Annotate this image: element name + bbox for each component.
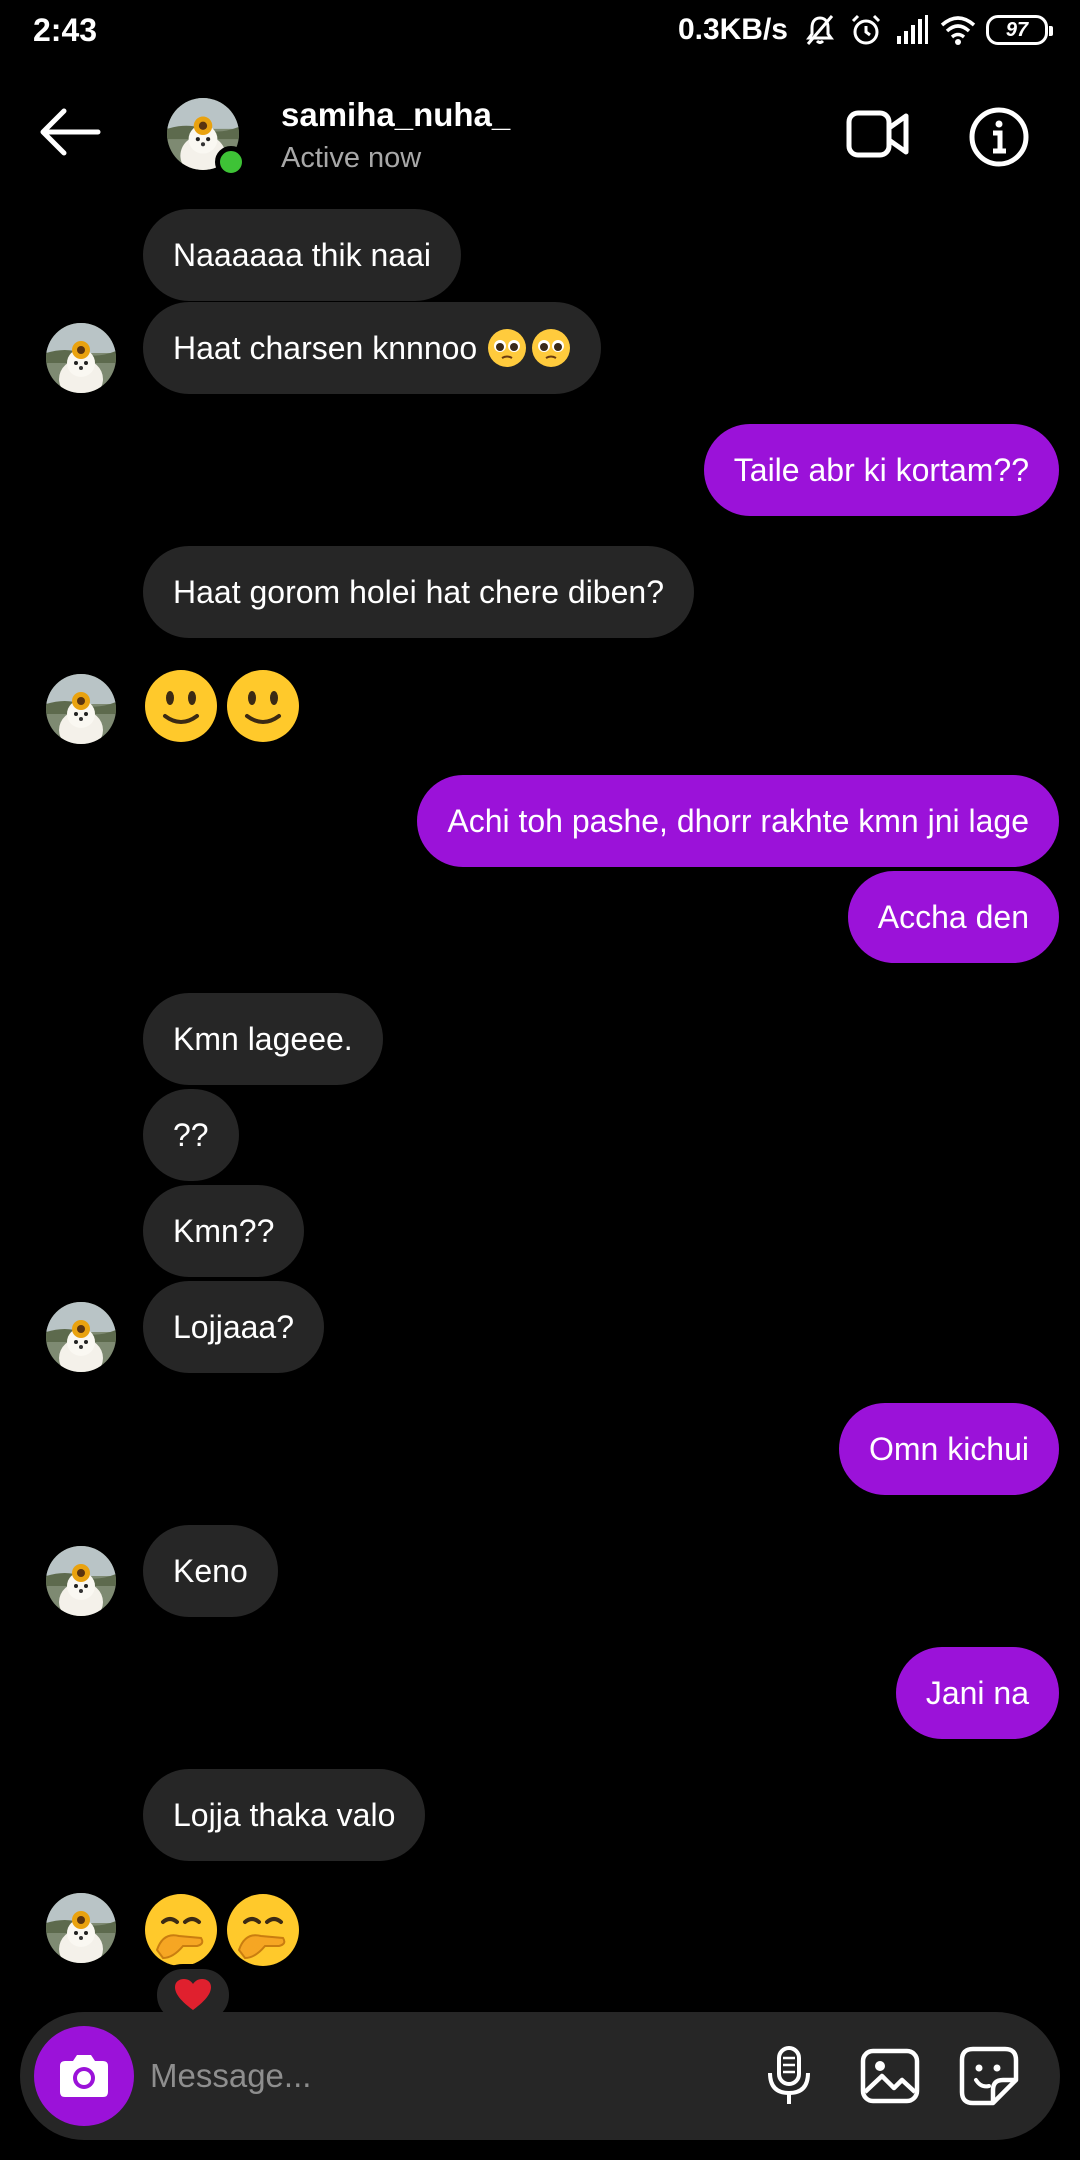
video-call-icon[interactable] [846,108,910,160]
mute-bell-icon [806,15,834,45]
slightly-smiling-face-icon [227,670,299,742]
message-text: Keno [173,1552,248,1589]
message-outgoing[interactable]: Jani na [895,1647,1059,1739]
message-text: Naaaaaa thik naai [173,236,431,273]
message-incoming[interactable]: Kmn lageee. [143,993,383,1085]
slightly-smiling-face-icon [145,670,217,742]
voice-message-button[interactable] [755,2042,823,2110]
message-incoming[interactable]: Haat gorom holei hat chere diben? [143,546,694,638]
message-text: Taile abr ki kortam?? [733,451,1029,488]
message-text: Lojjaaa? [173,1308,294,1345]
profile-avatar[interactable] [167,98,247,178]
alarm-icon [851,14,881,45]
message-text: Lojja thaka valo [173,1796,396,1833]
pleading-face-icon [532,329,571,367]
pleading-face-icon [488,329,527,367]
message-text: Haat gorom holei hat chere diben? [173,573,664,610]
message-outgoing[interactable]: Accha den [847,871,1059,963]
message-incoming[interactable]: Keno [143,1525,278,1617]
sender-avatar[interactable] [46,1893,116,1963]
info-icon[interactable] [968,106,1030,168]
chat-username[interactable]: samiha_nuha_ [281,96,510,134]
hand-over-mouth-face-icon [227,1894,299,1966]
message-incoming[interactable]: Lojja thaka valo [143,1769,426,1861]
message-incoming[interactable]: Kmn?? [143,1185,305,1277]
message-incoming[interactable]: Haat charsen knnnoo [143,302,602,394]
message-outgoing[interactable]: Taile abr ki kortam?? [703,424,1059,516]
message-text: Jani na [925,1674,1029,1711]
network-speed: 0.3KB/s [677,13,788,46]
message-thread[interactable]: Naaaaaa thik naai Haat charsen knnnoo Ta… [0,0,1080,2160]
camera-icon [60,2055,108,2097]
status-time: 2:43 [33,12,98,48]
message-text: Kmn lageee. [173,1020,353,1057]
gallery-button[interactable] [856,2042,924,2110]
sender-avatar[interactable] [46,323,116,393]
message-text: Achi toh pashe, dhorr rakhte kmn jni lag… [447,802,1029,839]
message-incoming[interactable]: Naaaaaa thik naai [143,209,461,301]
sender-avatar[interactable] [46,1546,116,1616]
hand-over-mouth-face-icon [145,1894,217,1966]
message-text: Haat charsen knnnoo [173,329,478,366]
emoji-message[interactable] [143,668,301,744]
message-outgoing[interactable]: Omn kichui [838,1403,1059,1495]
sticker-button[interactable] [955,2042,1023,2110]
status-icons: 0.3KB/s 97 [677,10,1053,50]
chat-header: samiha_nuha_ Active now [0,62,1080,212]
status-bar: 2:43 0.3KB/s 97 [0,0,1080,62]
message-incoming[interactable]: ?? [143,1089,239,1181]
message-text: Omn kichui [868,1430,1029,1467]
message-text: ?? [173,1116,209,1153]
online-indicator [215,146,247,178]
message-composer [20,2012,1060,2140]
wifi-icon [940,16,976,45]
camera-button[interactable] [34,2026,134,2126]
back-arrow-icon[interactable] [38,107,102,157]
battery-indicator: 97 [986,15,1053,45]
red-heart-icon [175,1979,211,2010]
message-text: Accha den [877,898,1029,935]
message-incoming[interactable]: Lojjaaa? [143,1281,324,1373]
message-text: Kmn?? [173,1212,275,1249]
active-status: Active now [281,142,422,174]
sender-avatar[interactable] [46,674,116,744]
emoji-message[interactable] [143,1892,301,1968]
signal-icon [897,15,928,44]
microphone-icon [768,2046,810,2104]
message-input[interactable] [150,2036,710,2116]
sticker-icon [959,2046,1019,2106]
message-outgoing[interactable]: Achi toh pashe, dhorr rakhte kmn jni lag… [417,775,1059,867]
sender-avatar[interactable] [46,1302,116,1372]
image-gallery-icon [860,2048,920,2104]
